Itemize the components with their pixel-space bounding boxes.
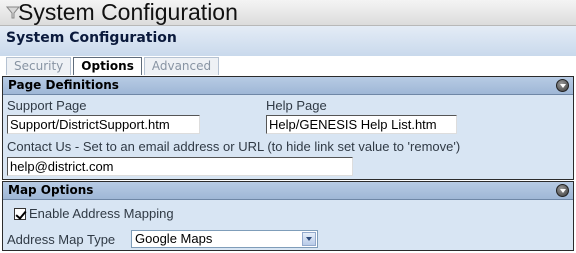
help-page-input[interactable]: Help/GENESIS Help List.htm — [266, 115, 457, 134]
sub-header: System Configuration — [0, 26, 576, 56]
support-page-label: Support Page — [7, 98, 87, 113]
help-page-label: Help Page — [266, 98, 327, 113]
address-map-type-label: Address Map Type — [7, 232, 116, 247]
contact-us-input[interactable]: help@district.com — [7, 157, 353, 176]
page-title: System Configuration — [18, 0, 238, 25]
collapse-arrow-icon[interactable] — [556, 79, 569, 92]
title-bar: System Configuration — [0, 0, 576, 26]
page-definitions-heading: Page Definitions — [8, 78, 119, 92]
map-options-heading: Map Options — [8, 183, 94, 197]
enable-address-mapping-label: Enable Address Mapping — [29, 206, 174, 221]
address-map-type-value: Google Maps — [135, 231, 213, 246]
contact-us-label: Contact Us - Set to an email address or … — [7, 139, 461, 154]
chevron-down-icon[interactable] — [302, 232, 316, 246]
tab-bar: Security Options Advanced — [6, 57, 220, 75]
support-page-input[interactable]: Support/DistrictSupport.htm — [7, 115, 200, 134]
map-options-panel: Map Options Enable Address Mapping Addre… — [2, 181, 574, 251]
enable-address-mapping-checkbox[interactable] — [14, 208, 26, 220]
map-options-header: Map Options — [3, 182, 573, 200]
section-title: System Configuration — [6, 30, 177, 46]
page-definitions-header: Page Definitions — [3, 77, 573, 95]
tab-options[interactable]: Options — [73, 57, 142, 75]
collapse-arrow-icon[interactable] — [556, 184, 569, 197]
page-definitions-panel: Page Definitions Support Page Support/Di… — [2, 76, 574, 180]
address-map-type-select[interactable]: Google Maps — [131, 230, 318, 248]
tab-security[interactable]: Security — [6, 57, 72, 75]
tab-advanced[interactable]: Advanced — [143, 57, 220, 75]
